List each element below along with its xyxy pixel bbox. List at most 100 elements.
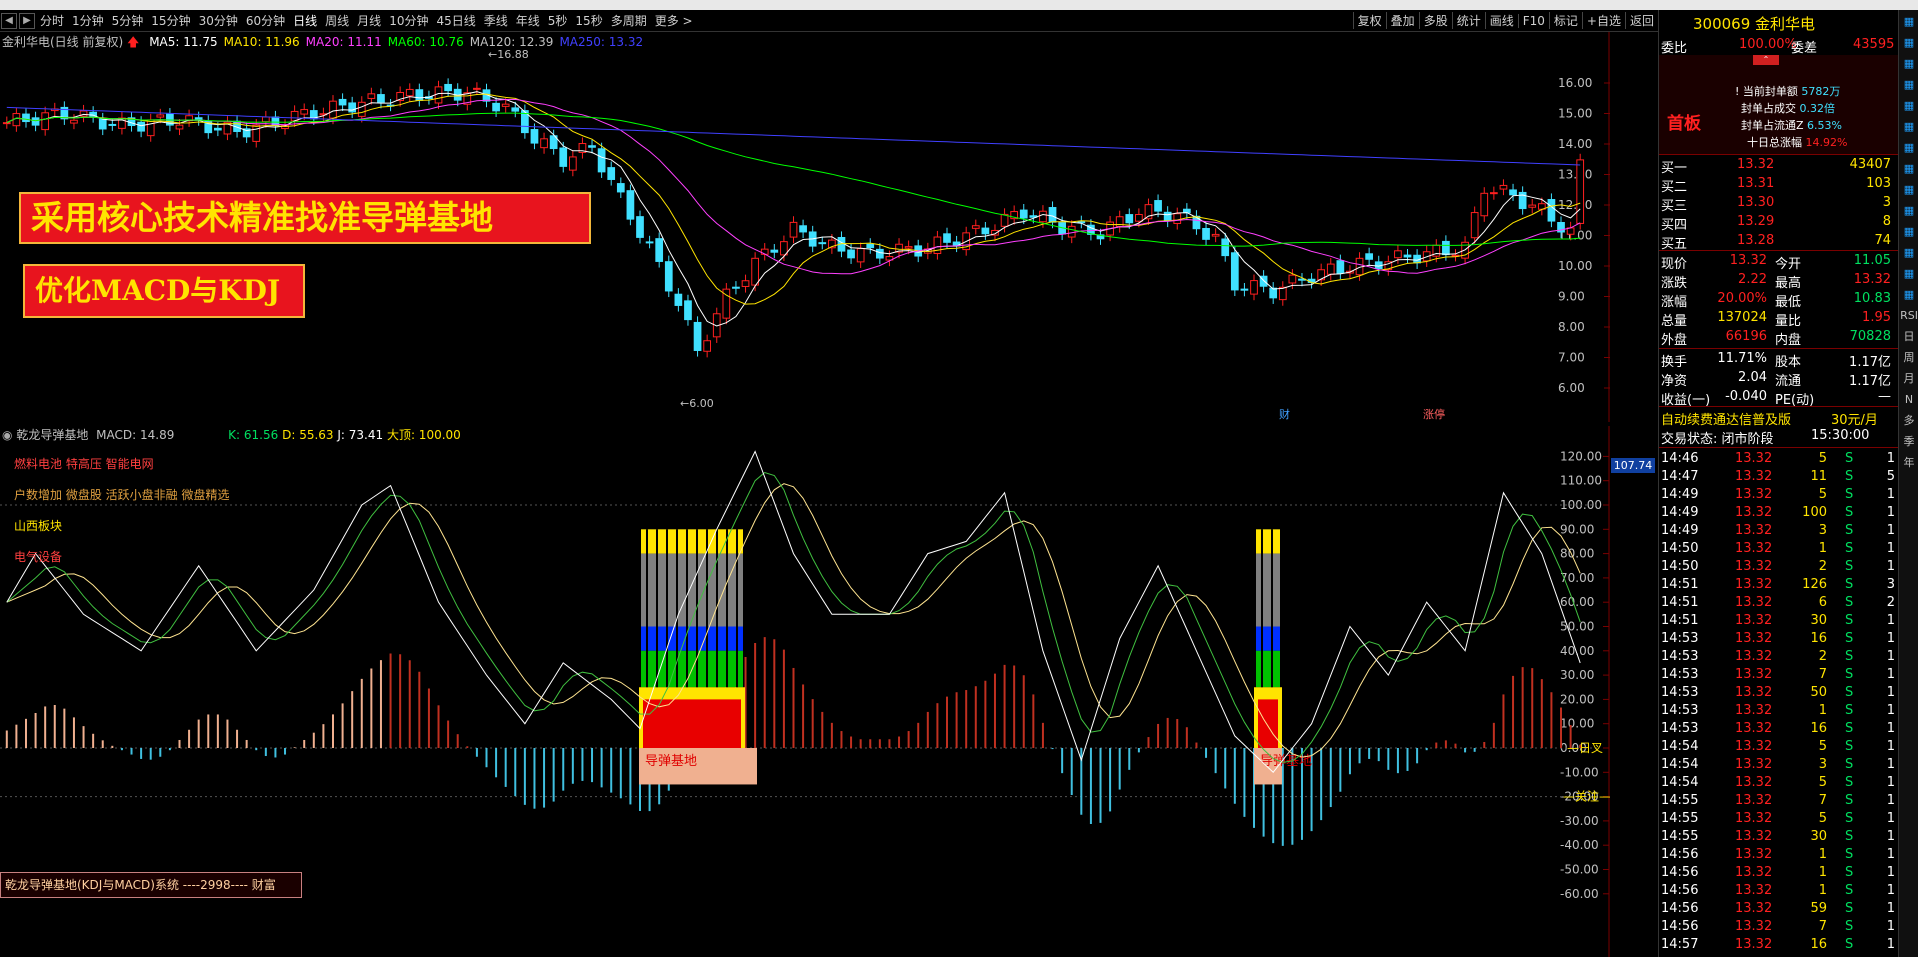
side-tool-icon[interactable]: ▦ — [1900, 139, 1918, 157]
tool-button[interactable]: 复权 — [1352, 12, 1386, 29]
tick-price: 13.32 — [1735, 739, 1773, 754]
tick-row: 14:54 13.32 3 S 1 — [1659, 757, 1899, 775]
collapse-up-icon[interactable]: ⌃ — [1753, 55, 1779, 65]
side-period-button[interactable]: 年 — [1900, 454, 1918, 472]
d-value: D: 55.63 — [282, 428, 334, 442]
period-tab[interactable]: 15秒 — [571, 12, 606, 29]
tick-time: 14:56 — [1661, 865, 1699, 880]
nav-left-icon[interactable]: ◀ — [1, 12, 17, 29]
period-tab[interactable]: 季线 — [480, 12, 512, 29]
period-tab[interactable]: 周线 — [321, 12, 353, 29]
macd-bars — [5, 637, 1582, 846]
candle-body — [789, 221, 798, 238]
nav-right-icon[interactable]: ▶ — [19, 12, 35, 29]
tick-row: 14:56 13.32 1 S 1 — [1659, 883, 1899, 901]
candle-body — [31, 117, 40, 126]
period-tab[interactable]: 1分钟 — [68, 12, 108, 29]
period-tab[interactable]: 45日线 — [432, 12, 479, 29]
side-period-button[interactable]: 日 — [1900, 328, 1918, 346]
side-tool-icon[interactable]: ▦ — [1900, 244, 1918, 262]
stat-label: 涨跌 — [1661, 276, 1688, 291]
period-tab[interactable]: 5分钟 — [108, 12, 148, 29]
bid-price: 13.31 — [1737, 176, 1775, 191]
side-tool-icon[interactable]: ▦ — [1900, 55, 1918, 73]
side-tool-icon[interactable]: ▦ — [1900, 202, 1918, 220]
side-tool-icon[interactable]: ▦ — [1900, 286, 1918, 304]
price-axis-label: 13.00 — [1558, 168, 1592, 182]
tool-button[interactable]: 叠加 — [1385, 12, 1419, 29]
period-tab[interactable]: 年线 — [512, 12, 544, 29]
period-tab[interactable]: 10分钟 — [385, 12, 432, 29]
stat2-value: -0.040 — [1725, 389, 1767, 404]
tool-button[interactable]: 标记 — [1548, 12, 1582, 29]
tool-button[interactable]: 多股 — [1418, 12, 1452, 29]
candle-body — [818, 242, 827, 245]
period-tab[interactable]: 日线 — [289, 12, 321, 29]
tool-button[interactable]: 画线 — [1484, 12, 1518, 29]
side-period-button[interactable]: RSI — [1900, 307, 1918, 325]
period-tab[interactable]: 60分钟 — [242, 12, 289, 29]
side-period-button[interactable]: 周 — [1900, 349, 1918, 367]
tick-count: 1 — [1886, 703, 1895, 718]
candle-body — [1326, 263, 1335, 275]
period-tab[interactable]: 更多 > — [651, 12, 697, 29]
side-tool-icon[interactable]: ▦ — [1900, 160, 1918, 178]
period-tab[interactable]: 多周期 — [607, 12, 651, 29]
side-tool-icon[interactable]: ▦ — [1900, 97, 1918, 115]
bid-row: 买四 13.29 8 — [1659, 213, 1899, 233]
candle-body — [1576, 159, 1585, 224]
bid-volume: 74 — [1874, 233, 1891, 248]
tick-volume: 16 — [1810, 721, 1827, 736]
price-axis-label: 16.00 — [1558, 76, 1592, 90]
stat-value: 10.83 — [1853, 291, 1891, 306]
side-tool-icon[interactable]: ▦ — [1900, 118, 1918, 136]
side-period-button[interactable]: 月 — [1900, 370, 1918, 388]
candle-body — [1240, 288, 1249, 291]
tool-button[interactable]: F10 — [1517, 13, 1549, 28]
tool-button[interactable]: 统计 — [1451, 12, 1485, 29]
ten-day-label: 十日总涨幅 — [1747, 136, 1802, 149]
tick-time: 14:56 — [1661, 901, 1699, 916]
tick-count: 1 — [1886, 829, 1895, 844]
indicator-title: 乾龙导弹基地 — [16, 428, 89, 442]
ad-row[interactable]: 自动续费通达信普及版 30元/月 — [1659, 408, 1899, 428]
up-arrow-icon: 🡅 — [127, 35, 140, 49]
side-tool-icon[interactable]: ▦ — [1900, 223, 1918, 241]
side-tool-icon[interactable]: ▦ — [1900, 181, 1918, 199]
tool-button[interactable]: 返回 — [1624, 12, 1658, 29]
tick-count: 1 — [1886, 847, 1895, 862]
period-tab[interactable]: 月线 — [353, 12, 385, 29]
stat-row: 外盘 66196 内盘 70828 — [1659, 328, 1899, 348]
candle-body — [1499, 184, 1508, 190]
period-tab[interactable]: 30分钟 — [195, 12, 242, 29]
side-period-button[interactable]: 季 — [1900, 433, 1918, 451]
tool-button[interactable]: +自选 — [1581, 12, 1625, 29]
sector-tags: 燃料电池 特高压 智能电网 户数增加 微盘股 活跃小盘非融 微盘精选 山西板块 电气设… — [14, 449, 229, 573]
ad-price[interactable]: 30元/月 — [1831, 409, 1878, 428]
tick-volume: 1 — [1818, 703, 1827, 718]
side-period-button[interactable]: N — [1900, 391, 1918, 409]
side-tool-icon[interactable]: ▦ — [1900, 34, 1918, 52]
side-tool-icon[interactable]: ▦ — [1900, 76, 1918, 94]
side-tool-icon[interactable]: ▦ — [1900, 265, 1918, 283]
candle-body — [1509, 189, 1517, 196]
period-tab[interactable]: 15分钟 — [147, 12, 194, 29]
tick-side: S — [1845, 919, 1854, 934]
period-tab[interactable]: 5秒 — [544, 12, 572, 29]
indicator-collapse-icon[interactable]: ◉ — [2, 428, 12, 442]
tick-count: 1 — [1886, 649, 1895, 664]
candle-body — [943, 233, 951, 243]
candle-body — [568, 156, 577, 171]
side-period-button[interactable]: 多 — [1900, 412, 1918, 430]
stat-label: 量比 — [1775, 314, 1802, 329]
tick-row: 14:50 13.32 1 S 1 — [1659, 541, 1899, 559]
ad-text[interactable]: 自动续费通达信普及版 — [1661, 409, 1791, 428]
side-tool-icon[interactable]: ▦ — [1900, 13, 1918, 31]
candle-body — [1288, 274, 1297, 284]
tick-row: 14:56 13.32 59 S 1 — [1659, 901, 1899, 919]
period-tab[interactable]: 分时 — [36, 12, 68, 29]
stat-label: 最高 — [1775, 276, 1802, 291]
stat-row: 涨幅 20.00% 最低 10.83 — [1659, 290, 1899, 310]
tick-count: 1 — [1886, 505, 1895, 520]
tick-time: 14:56 — [1661, 919, 1699, 934]
